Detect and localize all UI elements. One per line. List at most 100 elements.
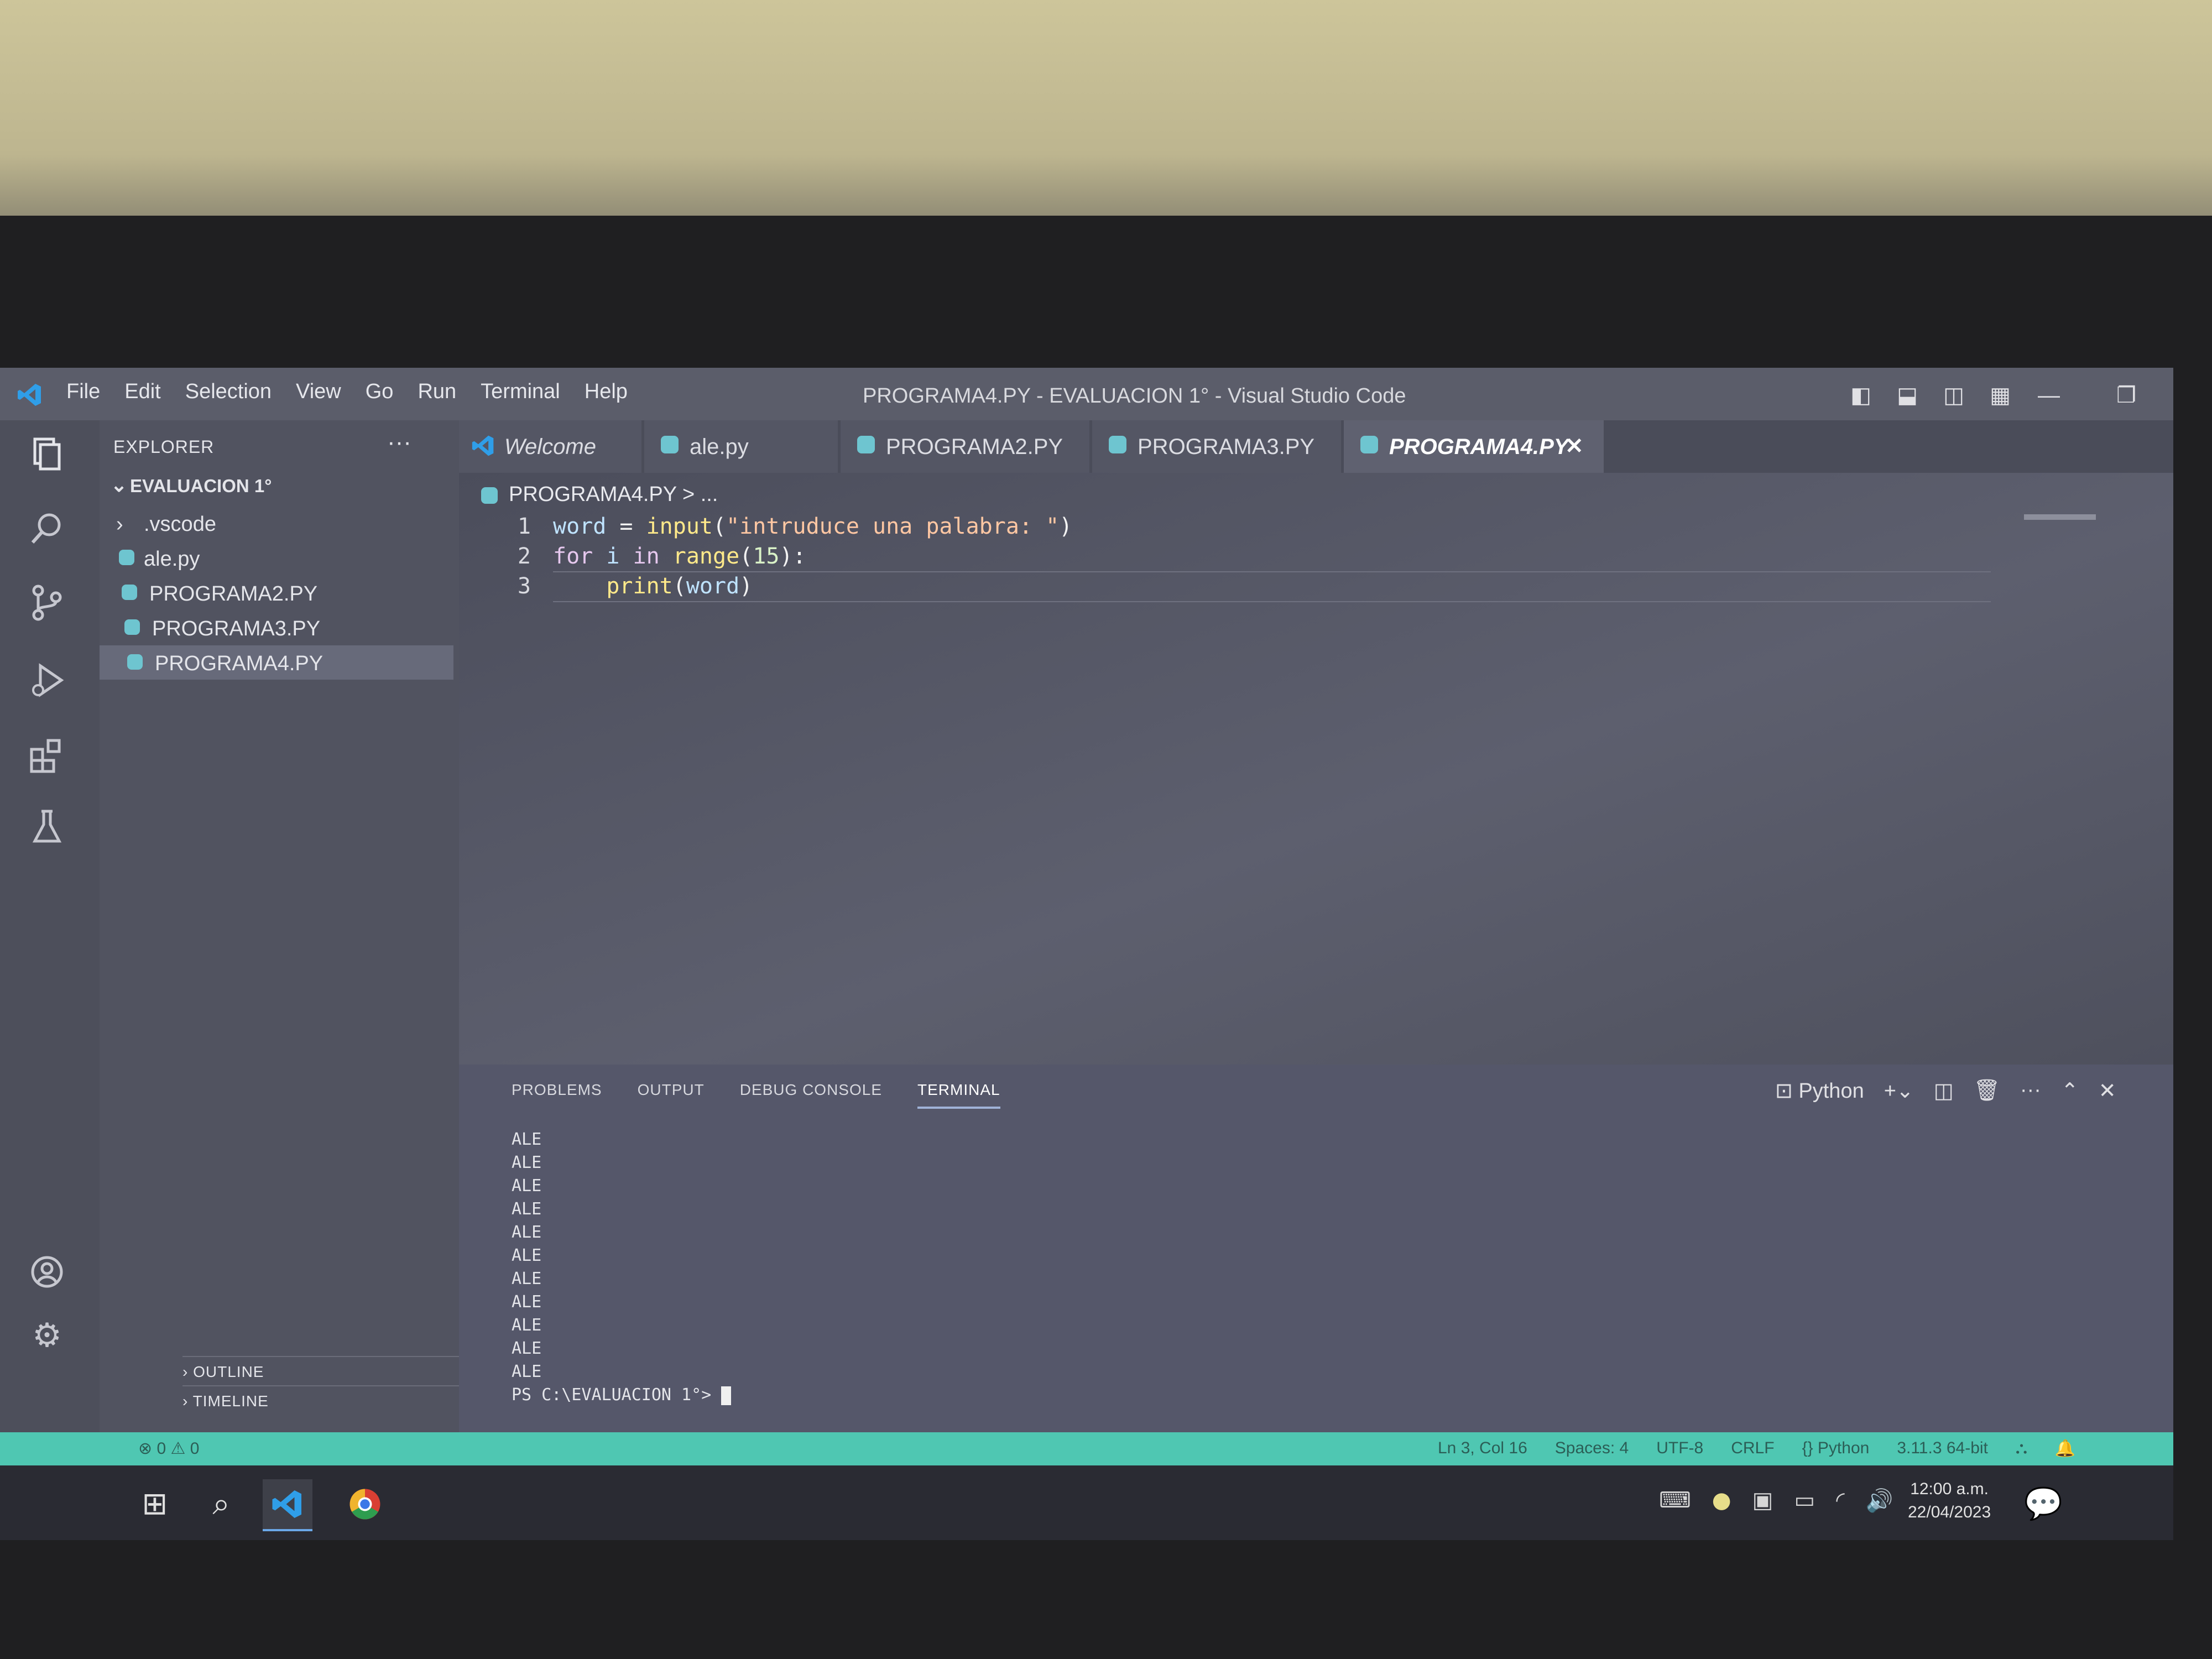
window-controls: — ❐ [2035,383,2140,408]
timeline-label: TIMELINE [192,1392,269,1410]
menu-view[interactable]: View [296,380,341,404]
tab-terminal[interactable]: TERMINAL [917,1081,1000,1109]
bottom-panel: PROBLEMS OUTPUT DEBUG CONSOLE TERMINAL ⊡… [459,1065,2173,1432]
python-file-icon [857,436,875,453]
source-control-icon[interactable] [25,581,69,625]
line-number: 3 [517,573,531,599]
indentation[interactable]: Spaces: 4 [1555,1439,1629,1458]
wifi-icon[interactable]: ◜ [1836,1488,1845,1514]
menu-run[interactable]: Run [418,380,456,404]
minimize-icon[interactable]: — [2035,383,2063,408]
accounts-icon[interactable] [25,1250,69,1294]
terminal-line: ALE [512,1292,542,1312]
sidebar-item-label: .vscode [144,513,216,536]
wall-background [0,0,2212,221]
terminal-cursor [721,1386,732,1405]
cursor-position[interactable]: Ln 3, Col 16 [1438,1439,1527,1458]
trash-icon[interactable]: 🗑 [1974,1078,2000,1103]
end-of-line[interactable]: CRLF [1731,1439,1774,1458]
restore-icon[interactable]: ❐ [2112,383,2140,408]
notifications-bell-icon[interactable]: 🔔 [2055,1439,2075,1458]
notification-center-icon[interactable]: 💬 [2018,1479,2068,1529]
panel-tabs: PROBLEMS OUTPUT DEBUG CONSOLE TERMINAL [512,1081,1000,1109]
terminal-actions: ⊡ Python +⌄ ◫ 🗑 ··· ⌃ ✕ [1775,1078,2116,1103]
toggle-primary-sidebar-icon[interactable]: ◧ [1847,383,1875,408]
search-icon[interactable]: ⌕ [196,1479,246,1529]
activity-bar: ⚙ [0,420,100,1432]
tab-welcome[interactable]: Welcome [459,420,641,473]
sidebar-item-programa3[interactable]: PROGRAMA3.PY [100,611,453,645]
sidebar-item-ale-py[interactable]: ale.py [100,541,453,575]
language-mode[interactable]: {} Python [1802,1439,1870,1458]
new-terminal-icon[interactable]: +⌄ [1884,1078,1914,1103]
sidebar-item-label: ale.py [144,547,200,571]
explorer-icon[interactable] [25,431,69,476]
workspace-folder-label: EVALUACION 1° [130,476,272,496]
testing-icon[interactable] [25,805,69,849]
status-dot-icon[interactable]: ● [1712,1488,1731,1514]
terminal-line: ALE [512,1199,542,1219]
python-file-icon [124,619,140,635]
explorer-more-icon[interactable]: ··· [387,429,411,456]
tab-problems[interactable]: PROBLEMS [512,1081,602,1109]
toggle-panel-icon[interactable]: ⬓ [1893,383,1921,408]
windows-taskbar: ⊞ ⌕ ⌨ ● ▣ ▭ ◜ 🔊 12:00 a.m. 22/04/2023 💬 [0,1465,2173,1540]
customize-layout-icon[interactable]: ▦ [1986,383,2014,408]
workspace-folder[interactable]: ⌄ EVALUACION 1° [100,470,459,501]
tab-ale-py[interactable]: ale.py [644,420,838,473]
tab-output[interactable]: OUTPUT [638,1081,705,1109]
terminal-shell-selector[interactable]: ⊡ Python [1775,1078,1864,1103]
sidebar-item-programa2[interactable]: PROGRAMA2.PY [100,576,453,610]
windows-start-icon[interactable]: ⊞ [130,1479,180,1529]
sidebar-item-label: PROGRAMA4.PY [155,652,324,675]
menu-terminal[interactable]: Terminal [481,380,560,404]
menu-edit[interactable]: Edit [124,380,160,404]
terminal-prompt-line: PS C:\EVALUACION 1°> [512,1384,732,1407]
minimap[interactable] [2024,514,2096,520]
close-icon[interactable]: ✕ [1565,434,1584,459]
menu-go[interactable]: Go [366,380,394,404]
terminal-output[interactable]: ALE ALE ALE ALE ALE ALE ALE ALE ALE ALE … [512,1128,732,1407]
status-right: Ln 3, Col 16 Spaces: 4 UTF-8 CRLF {} Pyt… [1438,1439,2075,1458]
system-tray: ⌨ ● ▣ ▭ ◜ 🔊 [1659,1488,1893,1514]
code-editor[interactable]: PROGRAMA4.PY > ... 1 word = input("intru… [459,473,2173,1065]
clock[interactable]: 12:00 a.m. 22/04/2023 [1908,1478,1991,1524]
keyboard-icon[interactable]: ⌨ [1659,1488,1691,1514]
live-share-icon[interactable]: ⛬ [2016,1439,2027,1458]
python-interpreter[interactable]: 3.11.3 64-bit [1897,1439,1988,1458]
display-icon[interactable]: ▣ [1752,1488,1773,1514]
volume-icon[interactable]: 🔊 [1866,1488,1893,1514]
sidebar-item-programa4[interactable]: PROGRAMA4.PY [100,645,453,680]
close-panel-icon[interactable]: ✕ [2099,1078,2116,1103]
maximize-panel-icon[interactable]: ⌃ [2061,1078,2079,1103]
tab-programa2[interactable]: PROGRAMA2.PY [841,420,1089,473]
run-debug-icon[interactable] [25,658,69,702]
menu-selection[interactable]: Selection [185,380,272,404]
extensions-icon[interactable] [25,733,69,777]
menu-file[interactable]: File [66,380,100,404]
python-file-icon [127,654,143,670]
sidebar-item-vscode[interactable]: › .vscode [100,506,453,540]
toggle-secondary-sidebar-icon[interactable]: ◫ [1940,383,1968,408]
tab-programa3[interactable]: PROGRAMA3.PY [1092,420,1341,473]
search-icon[interactable] [25,506,69,550]
menu-help[interactable]: Help [585,380,628,404]
more-actions-icon[interactable]: ··· [2020,1078,2041,1103]
chrome-icon[interactable] [340,1479,390,1529]
sidebar-item-label: PROGRAMA3.PY [152,617,321,640]
screen: File Edit Selection View Go Run Terminal… [0,368,2173,1540]
timeline-section[interactable]: › TIMELINE [182,1392,269,1410]
breadcrumb-text: PROGRAMA4.PY > ... [509,483,718,506]
encoding[interactable]: UTF-8 [1656,1439,1703,1458]
breadcrumb[interactable]: PROGRAMA4.PY > ... [481,483,718,507]
python-file-icon [481,487,498,504]
problems-indicator[interactable]: ⊗ 0 ⚠ 0 [138,1439,199,1458]
tab-debug-console[interactable]: DEBUG CONSOLE [740,1081,882,1109]
split-terminal-icon[interactable]: ◫ [1934,1078,1954,1103]
outline-section[interactable]: › OUTLINE [182,1363,264,1381]
manage-gear-icon[interactable]: ⚙ [25,1313,69,1358]
battery-icon[interactable]: ▭ [1794,1488,1815,1514]
vscode-taskbar-icon[interactable] [263,1479,312,1531]
line-number: 2 [517,544,531,569]
tab-programa4[interactable]: PROGRAMA4.PY ✕ [1344,420,1604,473]
